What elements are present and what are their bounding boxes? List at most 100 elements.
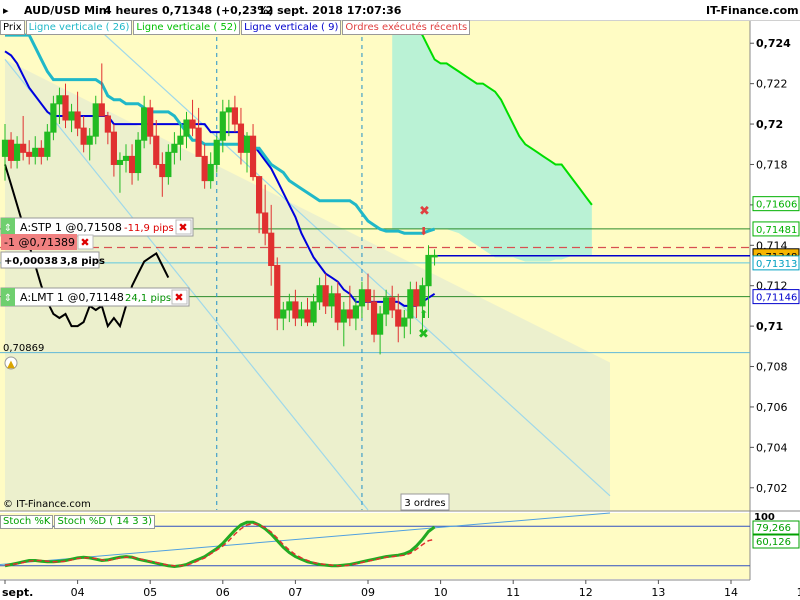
- candle-body: [68, 111, 75, 121]
- candle-body: [165, 151, 172, 178]
- price-tag-label: 0,71146: [756, 293, 797, 304]
- price-tick-label: 0,72: [756, 118, 783, 131]
- candle-body: [128, 155, 136, 174]
- close-position-icon[interactable]: ✖: [80, 236, 89, 249]
- orders-count-label: 3 ordres: [404, 498, 445, 509]
- candle-body: [20, 143, 27, 153]
- time-tick-label: 09: [361, 586, 375, 599]
- time-tick-label: 14: [724, 586, 738, 599]
- candle-body: [310, 301, 317, 323]
- position-box[interactable]: -1 @0,71389 ✖: [1, 234, 94, 250]
- legend-line-26[interactable]: Ligne verticale ( 26): [25, 20, 133, 35]
- price-tick-label: 0,708: [756, 361, 788, 374]
- buy-arrow-icon[interactable]: ⬆: [419, 308, 428, 321]
- candle-body: [7, 139, 15, 161]
- stop-order-pips: -11,9 pips: [124, 223, 174, 234]
- cancel-stop-icon[interactable]: ✖: [178, 221, 187, 234]
- legend-stoch-k[interactable]: Stoch %K: [0, 515, 54, 529]
- legend-stoch-d[interactable]: Stoch %D ( 14 3 3): [54, 515, 156, 529]
- candle-body: [334, 293, 341, 323]
- time-axis: sept.0405060709101112131417181920: [2, 580, 800, 599]
- time-tick-label: sept.: [2, 586, 33, 599]
- candle-body: [201, 155, 208, 182]
- pnl-box: +0,00038 3,8 pips: [0, 251, 105, 269]
- candle-body: [98, 103, 105, 117]
- candle-body: [431, 254, 438, 258]
- low-marker-label: 0,70869: [3, 343, 44, 354]
- candle-body: [401, 317, 408, 327]
- time-tick-label: 11: [506, 586, 520, 599]
- candle-body: [304, 309, 311, 323]
- candle-body: [256, 176, 263, 214]
- limit-order-label: A:LMT 1 @0,71148: [20, 291, 124, 304]
- candle-body: [141, 107, 148, 141]
- legend-line-52[interactable]: Ligne verticale ( 52): [133, 20, 241, 35]
- legend-line-9[interactable]: Ligne verticale ( 9): [241, 20, 342, 35]
- candle-body: [50, 103, 57, 133]
- drag-handle-icon[interactable]: ⇕: [4, 223, 12, 234]
- time-tick-label: 07: [288, 586, 302, 599]
- candle-body: [32, 147, 39, 157]
- limit-cross-icon[interactable]: ✖: [418, 327, 429, 342]
- candle-body: [377, 313, 384, 335]
- drag-handle-icon[interactable]: ⇕: [4, 293, 12, 304]
- candle-body: [370, 301, 378, 335]
- candle-body: [425, 254, 432, 287]
- candle-body: [286, 301, 293, 311]
- candle-body: [38, 147, 45, 157]
- pnl-value: +0,00038: [4, 256, 58, 267]
- indicator-legend: Prix Ligne verticale ( 26) Ligne verticale…: [0, 20, 471, 35]
- candle-body: [44, 131, 51, 157]
- sell-arrow-icon[interactable]: ⬇: [419, 225, 428, 238]
- stoch-legend: Stoch %K Stoch %D ( 14 3 3): [0, 514, 156, 529]
- candle-body: [249, 135, 257, 178]
- stop-order-label: A:STP 1 @0,71508: [20, 221, 122, 234]
- candle-body: [340, 309, 347, 323]
- price-tag-label: 0,71313: [756, 259, 797, 270]
- time-tick-label: 10: [434, 586, 448, 599]
- candle-body: [383, 297, 390, 315]
- candle-body: [104, 115, 111, 133]
- time-tick-label: 17: [797, 586, 800, 599]
- candle-body: [213, 139, 220, 165]
- candle-body: [135, 139, 142, 174]
- candle-body: [231, 107, 239, 125]
- legend-price[interactable]: Prix: [0, 20, 25, 35]
- candle-body: [243, 135, 251, 153]
- candle-body: [26, 151, 33, 157]
- candle-body: [153, 135, 160, 165]
- candle-body: [225, 107, 232, 113]
- candle-body: [56, 95, 63, 105]
- candle-body: [268, 232, 275, 266]
- pnl-pips: 3,8 pips: [60, 256, 105, 267]
- time-tick-label: 04: [71, 586, 85, 599]
- candle-body: [262, 212, 269, 234]
- price-tick-label: 0,704: [756, 441, 788, 454]
- price-tag-label: 0,71606: [756, 200, 797, 211]
- stop-cross-icon[interactable]: ✖: [419, 204, 430, 219]
- candle-body: [316, 285, 323, 303]
- candle-body: [292, 301, 299, 319]
- time-tick-label: 06: [216, 586, 230, 599]
- candle-body: [183, 119, 190, 137]
- candle-body: [280, 309, 287, 319]
- candle-body: [171, 143, 178, 153]
- stop-order-box[interactable]: ⇕ A:STP 1 @0,71508 -11,9 pips ✖: [0, 217, 194, 237]
- candle-body: [322, 285, 329, 307]
- candle-body: [177, 135, 184, 145]
- limit-order-box[interactable]: ⇕ A:LMT 1 @0,71148 24,1 pips ✖: [0, 287, 190, 307]
- copyright-label: © IT-Finance.com: [3, 499, 91, 510]
- candle-body: [298, 309, 305, 319]
- candle-body: [395, 309, 402, 327]
- cancel-limit-icon[interactable]: ✖: [174, 291, 183, 304]
- candle-body: [364, 289, 372, 303]
- candle-body: [207, 163, 214, 182]
- time-tick-label: 12: [579, 586, 593, 599]
- price-tag-label: 0,71481: [756, 225, 797, 236]
- candle-body: [389, 297, 396, 311]
- price-tick-label: 0,71: [756, 320, 783, 333]
- candle-body: [407, 289, 414, 319]
- stoch-k-value: 79,266: [756, 523, 791, 534]
- legend-recent-orders[interactable]: Ordres exécutés récents: [342, 20, 471, 35]
- price-tick-label: 0,724: [756, 37, 791, 50]
